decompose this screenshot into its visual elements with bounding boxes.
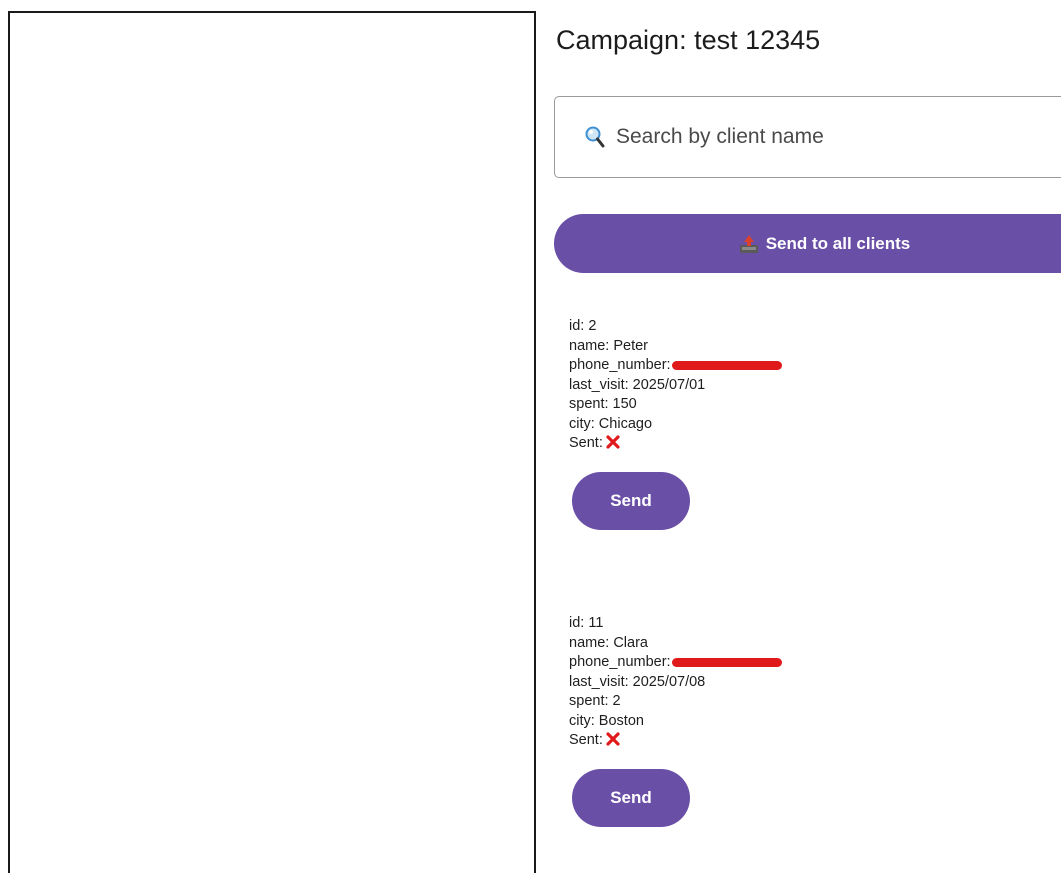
send-to-all-label: Send to all clients [765, 233, 911, 253]
client-id: id: 11 [569, 615, 604, 631]
client-spent: spent: 150 [569, 396, 637, 412]
campaign-panel: Campaign: test 12345 Send to all clients [554, 0, 1061, 873]
send-button[interactable]: Send [572, 768, 690, 827]
send-to-all-button[interactable]: Send to all clients [554, 214, 1061, 273]
client-id: id: 2 [569, 318, 597, 334]
client-city: city: Boston [569, 712, 644, 729]
sent-label: Sent: [569, 732, 603, 748]
client-name: name: Peter [569, 337, 648, 354]
client-city: city: Chicago [569, 415, 653, 432]
blank-panel [8, 11, 536, 873]
client-sent-status: Sent: [569, 434, 782, 454]
search-icon [584, 125, 606, 149]
redaction-mark [671, 657, 782, 667]
page: Campaign: test 12345 Send to all clients [0, 0, 1061, 873]
client-phone: phone_number: [569, 653, 782, 673]
client-card: id: 2 name: Peter phone_number: last_vis… [569, 317, 782, 530]
phone-label: phone_number: [569, 357, 671, 373]
cross-mark-icon [606, 435, 620, 449]
cross-mark-icon [606, 732, 620, 746]
sent-label: Sent: [569, 435, 603, 451]
client-phone: phone_number: [569, 356, 782, 376]
client-card: id: 11 name: Clara phone_number: last_vi… [569, 614, 782, 827]
client-name: name: Clara [569, 634, 648, 651]
search-box[interactable] [554, 96, 1061, 178]
client-last-visit: last_visit: 2025/07/01 [569, 376, 706, 393]
outbox-tray-icon [738, 234, 760, 254]
send-button[interactable]: Send [572, 471, 690, 530]
client-last-visit: last_visit: 2025/07/08 [569, 673, 706, 690]
redaction-mark [671, 360, 782, 370]
page-title: Campaign: test 12345 [556, 25, 821, 55]
search-input[interactable] [614, 124, 998, 150]
phone-label: phone_number: [569, 654, 671, 670]
client-sent-status: Sent: [569, 731, 782, 751]
client-spent: spent: 2 [569, 693, 621, 709]
